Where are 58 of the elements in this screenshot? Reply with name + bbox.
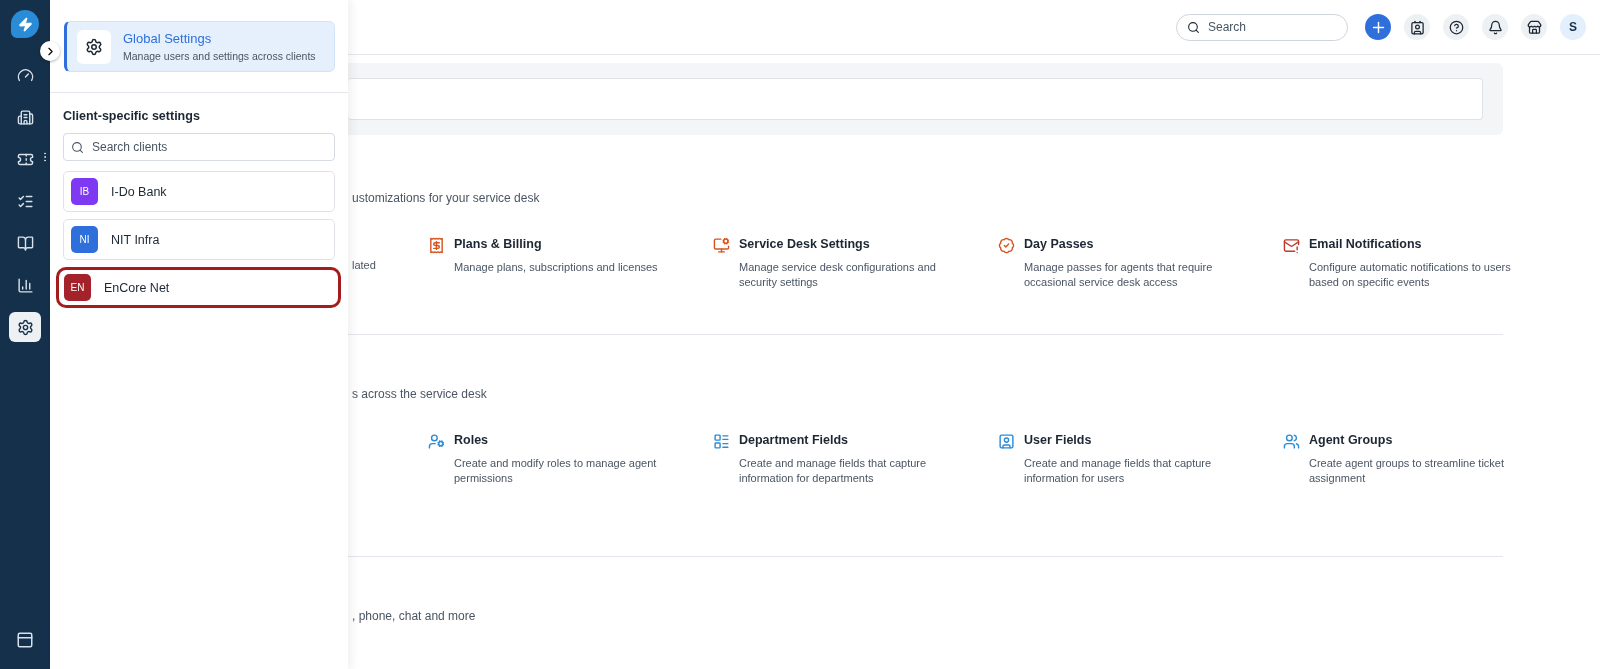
monitor-icon <box>713 237 730 254</box>
section-description: , phone, chat and more <box>351 609 477 623</box>
store-button[interactable] <box>1521 14 1547 40</box>
building-icon <box>16 108 34 126</box>
book-icon <box>16 234 34 252</box>
card-description: Create and manage fields that capture information for departments <box>739 456 928 486</box>
bell-icon <box>1487 19 1503 35</box>
section-description: ustomizations for your service desk <box>351 191 541 205</box>
card-description: Manage service desk configurations and security settings <box>739 260 937 290</box>
badge-icon <box>998 237 1015 254</box>
help-button[interactable] <box>1443 14 1469 40</box>
section-description: s across the service desk <box>351 387 488 401</box>
card-title[interactable]: Roles <box>454 433 669 447</box>
card-title[interactable]: Service Desk Settings <box>739 237 954 251</box>
card-title[interactable]: Day Passes <box>1024 237 1239 251</box>
card-description: Create agent groups to streamline ticket assignment <box>1309 456 1506 486</box>
notifications-button[interactable] <box>1482 14 1508 40</box>
store-icon <box>1526 19 1542 35</box>
card-title[interactable]: Email Notifications <box>1309 237 1524 251</box>
search-field[interactable]: Search clients <box>63 133 335 161</box>
help-icon <box>1448 19 1464 35</box>
gauge-icon <box>16 66 34 84</box>
client-item[interactable]: NI NIT Infra <box>63 219 335 260</box>
contacts-button[interactable] <box>1404 14 1430 40</box>
users-icon <box>1283 433 1300 450</box>
client-avatar: EN <box>64 274 91 301</box>
contact-icon <box>1409 19 1425 35</box>
card-description: Manage passes for agents that require occasional service desk access <box>1024 260 1214 290</box>
section-title: Client-specific settings <box>63 109 201 123</box>
list-icon <box>713 433 730 450</box>
window-icon <box>16 631 34 649</box>
card-description: Create and modify roles to manage agent permissions <box>454 456 658 486</box>
card-description: Configure automatic notifications to users based on specific events <box>1309 260 1512 290</box>
card-title[interactable]: Plans & Billing <box>454 237 669 251</box>
search-icon <box>71 140 84 154</box>
global-settings-item[interactable]: Global Settings Manage users and settings across clients <box>64 21 335 72</box>
logo-icon[interactable] <box>11 10 39 38</box>
client-item[interactable]: EN EnCore Net <box>56 267 341 308</box>
nav-button[interactable] <box>9 312 41 342</box>
search-icon <box>1187 20 1200 34</box>
receipt-icon <box>428 237 445 254</box>
user-gear-icon <box>428 433 445 450</box>
card-title[interactable]: Department Fields <box>739 433 954 447</box>
card-description: Manage plans, subscriptions and licenses <box>454 260 659 275</box>
card-title[interactable]: User Fields <box>1024 433 1239 447</box>
user-card-icon <box>998 433 1015 450</box>
add-button[interactable] <box>1365 14 1391 40</box>
card-description: Create and manage fields that capture information for users <box>1024 456 1213 486</box>
card-description: lated <box>351 259 377 271</box>
mail-icon <box>1283 237 1300 254</box>
client-avatar: NI <box>71 226 98 253</box>
user-avatar[interactable]: S <box>1560 14 1586 40</box>
bar-chart-icon <box>16 276 34 294</box>
globe-gear-icon <box>77 29 111 64</box>
client-item[interactable]: IB I-Do Bank <box>63 171 335 212</box>
client-avatar: IB <box>71 178 98 205</box>
card-title[interactable]: Agent Groups <box>1309 433 1524 447</box>
settings-icon <box>16 318 34 336</box>
